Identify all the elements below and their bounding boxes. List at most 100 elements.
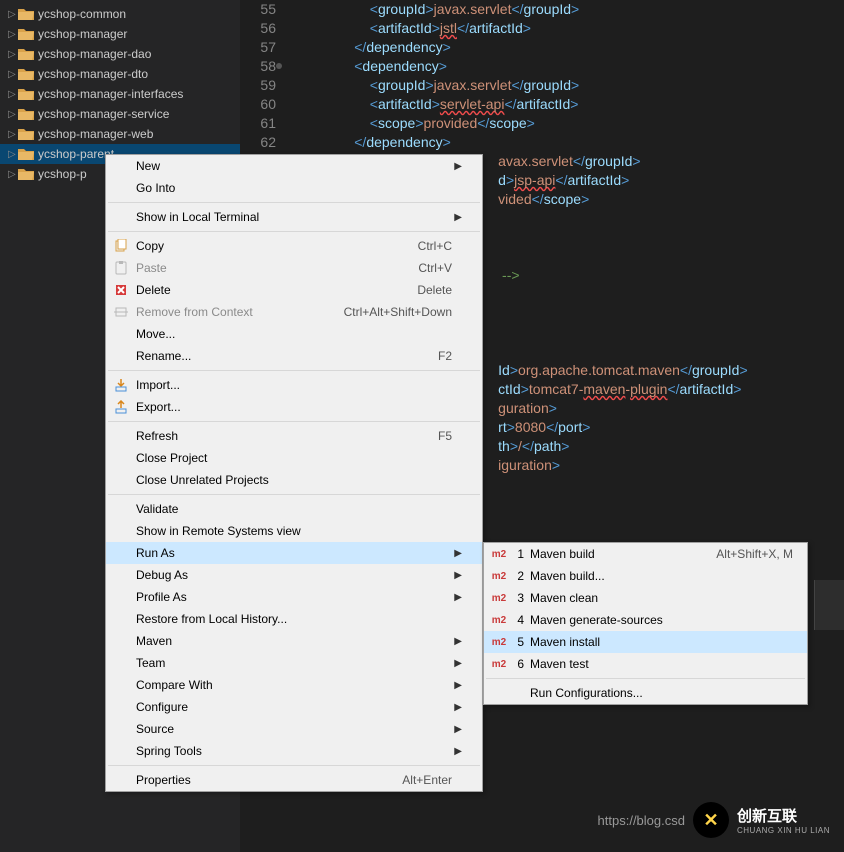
maven-icon: m2 [488, 571, 510, 582]
paste-icon [110, 261, 132, 275]
menu-validate[interactable]: Validate [106, 498, 482, 520]
menu-item-label: Copy [132, 239, 418, 253]
runas-maven-install[interactable]: m25Maven install [484, 631, 807, 653]
watermark-brand: 创新互联 CHUANG XIN HU LIAN [737, 805, 830, 835]
menu-item-label: Show in Local Terminal [132, 210, 452, 224]
menu-run-as[interactable]: Run As▶ [106, 542, 482, 564]
tree-item-ycshop-manager[interactable]: ▷ycshop-manager [0, 24, 240, 44]
expand-arrow-icon[interactable]: ▷ [8, 129, 18, 140]
tree-item-ycshop-manager-interfaces[interactable]: ▷ ycshop-manager-interfaces [0, 84, 240, 104]
menu-item-shortcut: Ctrl+V [418, 261, 452, 275]
folder-icon [18, 47, 34, 61]
submenu-accelerator: 4 [510, 613, 524, 627]
menu-separator [108, 765, 480, 766]
tree-item-label: ycshop-parent [38, 147, 114, 161]
menu-source[interactable]: Source▶ [106, 718, 482, 740]
menu-item-label: Run As [132, 546, 452, 560]
submenu-arrow-icon: ▶ [452, 680, 462, 691]
submenu-item-label: Maven test [530, 657, 793, 671]
menu-show-in-local-terminal[interactable]: Show in Local Terminal▶ [106, 206, 482, 228]
maven-icon: m2 [488, 549, 510, 560]
maven-icon: m2 [488, 637, 510, 648]
expand-arrow-icon[interactable]: ▷ [8, 169, 18, 180]
menu-item-label: Configure [132, 700, 452, 714]
tree-item-label: ycshop-manager-web [38, 127, 153, 141]
tree-item-label: ycshop-p [38, 167, 87, 181]
tree-item-ycshop-manager-web[interactable]: ▷ ycshop-manager-web [0, 124, 240, 144]
menu-debug-as[interactable]: Debug As▶ [106, 564, 482, 586]
menu-export-[interactable]: Export... [106, 396, 482, 418]
context-menu[interactable]: New▶Go IntoShow in Local Terminal▶CopyCt… [105, 154, 483, 792]
menu-configure[interactable]: Configure▶ [106, 696, 482, 718]
menu-show-in-remote-systems-view[interactable]: Show in Remote Systems view [106, 520, 482, 542]
menu-item-shortcut: F2 [438, 349, 452, 363]
folder-icon [18, 167, 34, 181]
tree-item-ycshop-manager-dto[interactable]: ▷ ycshop-manager-dto [0, 64, 240, 84]
submenu-arrow-icon: ▶ [452, 592, 462, 603]
menu-separator [108, 370, 480, 371]
menu-item-label: Restore from Local History... [132, 612, 452, 626]
folder-icon [18, 127, 34, 141]
menu-rename-[interactable]: Rename...F2 [106, 345, 482, 367]
menu-team[interactable]: Team▶ [106, 652, 482, 674]
watermark-url: https://blog.csd [598, 813, 685, 828]
menu-item-shortcut: Alt+Enter [402, 773, 452, 787]
tree-item-label: ycshop-manager-dto [38, 67, 148, 81]
run-configurations[interactable]: Run Configurations... [484, 682, 807, 704]
runas-maven-clean[interactable]: m23Maven clean [484, 587, 807, 609]
tree-item-ycshop-common[interactable]: ▷ ycshop-common [0, 4, 240, 24]
menu-item-label: Profile As [132, 590, 452, 604]
tree-item-label: ycshop-manager-service [38, 107, 169, 121]
submenu-accelerator: 2 [510, 569, 524, 583]
menu-delete[interactable]: DeleteDelete [106, 279, 482, 301]
menu-import-[interactable]: Import... [106, 374, 482, 396]
menu-compare-with[interactable]: Compare With▶ [106, 674, 482, 696]
menu-profile-as[interactable]: Profile As▶ [106, 586, 482, 608]
menu-move-[interactable]: Move... [106, 323, 482, 345]
menu-refresh[interactable]: RefreshF5 [106, 425, 482, 447]
menu-restore-from-local-history-[interactable]: Restore from Local History... [106, 608, 482, 630]
expand-arrow-icon[interactable]: ▷ [8, 49, 18, 60]
runas-maven-build[interactable]: m21Maven buildAlt+Shift+X, M [484, 543, 807, 565]
submenu-arrow-icon: ▶ [452, 570, 462, 581]
export-icon [110, 400, 132, 414]
maven-icon: m2 [488, 593, 510, 604]
tree-item-ycshop-manager-dao[interactable]: ▷ycshop-manager-dao [0, 44, 240, 64]
menu-item-label: Source [132, 722, 452, 736]
menu-copy[interactable]: CopyCtrl+C [106, 235, 482, 257]
submenu-arrow-icon: ▶ [452, 702, 462, 713]
expand-arrow-icon[interactable]: ▷ [8, 69, 18, 80]
folder-icon [18, 67, 34, 81]
menu-item-label: Export... [132, 400, 452, 414]
run-as-submenu[interactable]: m21Maven buildAlt+Shift+X, Mm22Maven bui… [483, 542, 808, 705]
menu-properties[interactable]: PropertiesAlt+Enter [106, 769, 482, 791]
menu-new[interactable]: New▶ [106, 155, 482, 177]
expand-arrow-icon[interactable]: ▷ [8, 109, 18, 120]
menu-spring-tools[interactable]: Spring Tools▶ [106, 740, 482, 762]
menu-paste: PasteCtrl+V [106, 257, 482, 279]
menu-close-project[interactable]: Close Project [106, 447, 482, 469]
expand-arrow-icon[interactable]: ▷ [8, 149, 18, 160]
menu-item-shortcut: Ctrl+C [418, 239, 452, 253]
expand-arrow-icon[interactable]: ▷ [8, 89, 18, 100]
tree-item-ycshop-manager-service[interactable]: ▷ ycshop-manager-service [0, 104, 240, 124]
menu-item-label: Team [132, 656, 452, 670]
runas-maven-test[interactable]: m26Maven test [484, 653, 807, 675]
expand-arrow-icon[interactable]: ▷ [8, 29, 18, 40]
folder-icon [18, 7, 34, 21]
submenu-arrow-icon: ▶ [452, 658, 462, 669]
submenu-item-label: Maven clean [530, 591, 793, 605]
submenu-arrow-icon: ▶ [452, 548, 462, 559]
expand-arrow-icon[interactable]: ▷ [8, 9, 18, 20]
submenu-item-label: Maven build [530, 547, 716, 561]
menu-maven[interactable]: Maven▶ [106, 630, 482, 652]
runas-maven-build-[interactable]: m22Maven build... [484, 565, 807, 587]
tree-item-label: ycshop-manager-interfaces [38, 87, 183, 101]
watermark-logo: ✕ [693, 802, 729, 838]
menu-item-label: Import... [132, 378, 452, 392]
menu-item-label: Compare With [132, 678, 452, 692]
runas-maven-generate-sources[interactable]: m24Maven generate-sources [484, 609, 807, 631]
tree-item-label: ycshop-common [38, 7, 126, 21]
menu-close-unrelated-projects[interactable]: Close Unrelated Projects [106, 469, 482, 491]
menu-go-into[interactable]: Go Into [106, 177, 482, 199]
